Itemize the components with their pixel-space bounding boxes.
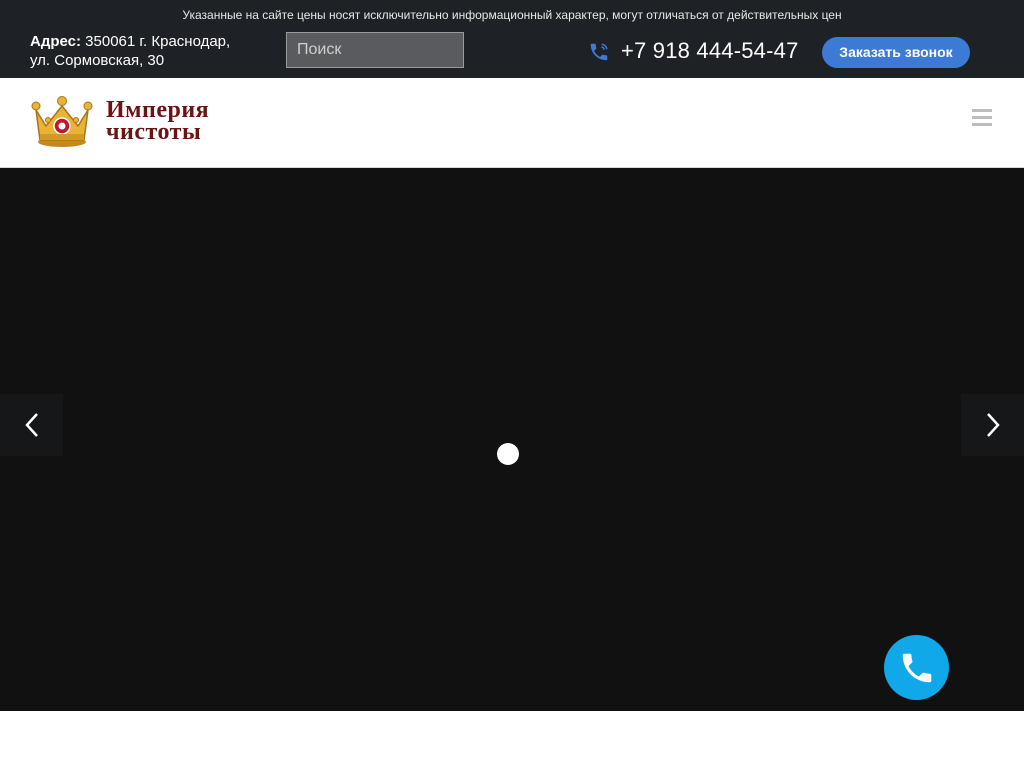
phone-number[interactable]: +7 918 444-54-47 [621, 38, 799, 64]
price-notice: Указанные на сайте цены носят исключител… [182, 8, 842, 22]
hero-slider [0, 168, 1024, 711]
loading-spinner [497, 443, 519, 465]
floating-call-button[interactable] [884, 635, 949, 700]
address-line2: ул. Сормовская, 30 [30, 52, 165, 69]
logo-line2: чистоты [106, 119, 202, 145]
search-input[interactable] [286, 32, 464, 68]
site-header: Империя чистоты [0, 78, 1024, 168]
chevron-left-icon [24, 413, 38, 437]
top-bar: Указанные на сайте цены носят исключител… [0, 0, 1024, 78]
logo[interactable]: Империя чистоты [28, 96, 238, 148]
logo-line1: Империя [106, 97, 210, 123]
chevron-right-icon [986, 413, 1000, 437]
slider-next-button[interactable] [961, 394, 1024, 456]
order-callback-button[interactable]: Заказать звонок [822, 37, 970, 68]
address-label: Адрес: [30, 33, 81, 50]
slider-prev-button[interactable] [0, 394, 63, 456]
hamburger-menu-icon[interactable] [972, 109, 992, 127]
address-line1: 350061 г. Краснодар, [81, 33, 231, 50]
address: Адрес: 350061 г. Краснодар, ул. Сормовск… [30, 32, 230, 70]
crown-icon [31, 96, 93, 147]
phone-icon [590, 43, 608, 61]
logo-text: Империя чистоты [106, 97, 210, 145]
page-content-area [0, 711, 1024, 768]
phone-icon [902, 653, 931, 682]
